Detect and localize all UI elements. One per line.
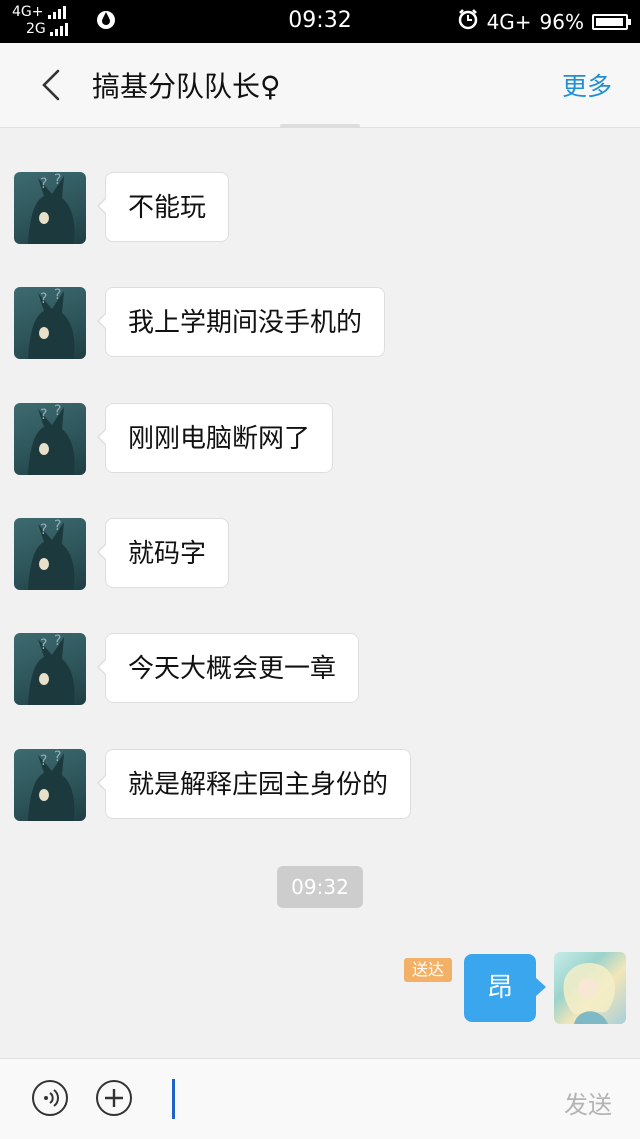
- timestamp-divider: 09:32: [277, 866, 363, 908]
- svg-text:?: ?: [40, 291, 47, 307]
- more-button[interactable]: 更多: [562, 67, 612, 103]
- input-bar: 发送: [0, 1058, 640, 1139]
- message-input[interactable]: [172, 1079, 175, 1119]
- svg-text:?: ?: [40, 522, 47, 538]
- chat-header: 搞基分队队长♀ 更多: [0, 43, 640, 128]
- svg-text:?: ?: [54, 633, 61, 649]
- message-bubble[interactable]: 就码字: [96, 518, 230, 588]
- message-bubble[interactable]: 今天大概会更一章: [96, 633, 360, 703]
- send-button[interactable]: 发送: [564, 1085, 612, 1120]
- plus-icon[interactable]: [96, 1080, 132, 1116]
- svg-text:?: ?: [40, 637, 47, 653]
- battery-icon: [592, 13, 631, 30]
- contact-avatar[interactable]: ??: [14, 749, 86, 821]
- battery-percent: 96%: [539, 9, 584, 34]
- voice-icon[interactable]: [32, 1080, 68, 1116]
- status-bar: 4G+ 2G 09:32 4G+ 96%: [0, 0, 640, 43]
- alarm-icon: [457, 8, 479, 35]
- network-type-right: 4G+: [486, 9, 532, 34]
- contact-avatar[interactable]: ??: [14, 518, 86, 590]
- contact-avatar[interactable]: ??: [14, 172, 86, 244]
- svg-text:?: ?: [40, 176, 47, 192]
- message-bubble[interactable]: 就是解释庄园主身份的: [96, 749, 412, 819]
- contact-avatar[interactable]: ??: [14, 633, 86, 705]
- message-bubble[interactable]: 不能玩: [96, 172, 230, 242]
- chat-title: 搞基分队队长♀: [92, 70, 281, 103]
- svg-text:?: ?: [40, 753, 47, 769]
- svg-text:?: ?: [54, 287, 61, 303]
- message-bubble[interactable]: 我上学期间没手机的: [96, 287, 386, 357]
- svg-text:?: ?: [54, 403, 61, 419]
- contact-avatar[interactable]: ??: [14, 287, 86, 359]
- svg-text:?: ?: [40, 407, 47, 423]
- contact-avatar[interactable]: ??: [14, 403, 86, 475]
- svg-text:?: ?: [54, 172, 61, 188]
- message-bubble[interactable]: 刚刚电脑断网了: [96, 403, 334, 473]
- my-avatar[interactable]: [554, 952, 626, 1024]
- delivered-badge: 送达: [404, 958, 452, 982]
- scroll-indicator: [280, 124, 360, 128]
- svg-text:?: ?: [54, 518, 61, 534]
- svg-text:?: ?: [54, 749, 61, 765]
- back-arrow-icon[interactable]: [34, 65, 74, 105]
- outgoing-message-bubble[interactable]: 昂: [464, 954, 546, 1022]
